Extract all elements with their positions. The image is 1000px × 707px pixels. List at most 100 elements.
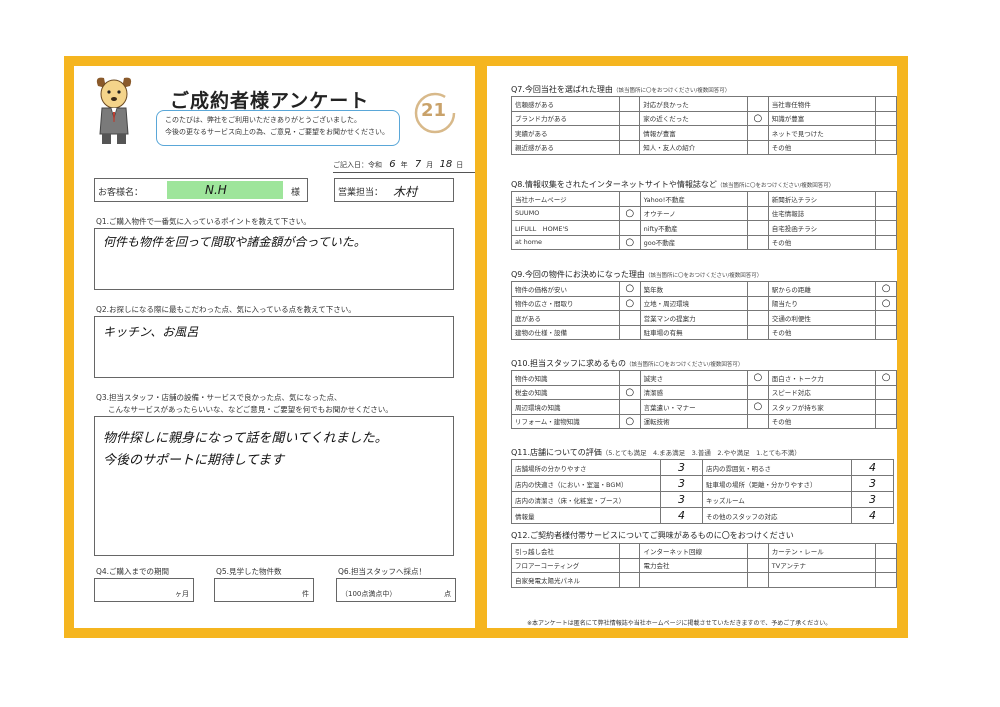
q1-answer-box[interactable]: 何件も物件を回って間取や諸金額が合っていた。	[94, 228, 454, 290]
option-label: 引っ越し会社	[510, 543, 621, 559]
option-mark[interactable]	[618, 125, 641, 141]
option-mark[interactable]	[875, 413, 897, 429]
option-mark[interactable]	[618, 220, 641, 236]
option-mark[interactable]	[618, 96, 641, 112]
option-label	[639, 572, 749, 588]
option-mark[interactable]	[619, 543, 641, 559]
option-label: 物件の知識	[511, 370, 620, 386]
option-mark[interactable]	[875, 234, 897, 250]
option-mark[interactable]	[747, 384, 769, 400]
option-mark[interactable]	[875, 110, 897, 126]
option-mark[interactable]	[747, 205, 769, 221]
table-row: SUUMO ○ オウチーノ 住宅情報誌	[511, 205, 897, 221]
option-mark[interactable]	[619, 557, 641, 573]
option-mark[interactable]: ○	[747, 370, 769, 386]
option-mark[interactable]	[875, 399, 897, 415]
option-mark[interactable]	[618, 139, 641, 155]
option-mark[interactable]: ○	[875, 281, 897, 297]
option-mark[interactable]	[875, 139, 897, 155]
rating-value[interactable]: 4	[851, 459, 894, 476]
option-mark[interactable]: ○	[875, 370, 897, 386]
option-mark[interactable]	[747, 324, 769, 340]
q4-question: Q4.ご購入までの期間	[96, 567, 170, 576]
option-mark[interactable]	[875, 543, 897, 559]
option-label: 面白さ・トーク力	[767, 370, 877, 386]
option-mark[interactable]	[875, 324, 897, 340]
option-mark[interactable]	[618, 399, 641, 415]
option-mark[interactable]: ○	[875, 295, 897, 311]
q5-answer-box[interactable]: 件	[214, 578, 314, 602]
sales-staff-field[interactable]: 営業担当： 木村	[334, 178, 454, 202]
q2-answer-box[interactable]: キッチン、お風呂	[94, 316, 454, 378]
q2-question: Q2.お探しになる際に最もこだわった点、気に入っている点を教えて下さい。	[96, 305, 356, 314]
option-mark[interactable]	[747, 572, 769, 588]
option-mark[interactable]	[747, 139, 769, 155]
option-label	[767, 572, 877, 588]
option-label: リフォーム・建物知識	[511, 413, 620, 429]
option-mark[interactable]	[747, 310, 769, 326]
option-mark[interactable]	[618, 310, 641, 326]
option-mark[interactable]	[747, 96, 769, 112]
q6-question: Q6.担当スタッフへ採点！	[338, 567, 427, 576]
q10-table: 物件の知識 誠実さ ○ 面白さ・トーク力 ○ 税金の知識 ○ 清潔感 スピード対応 周辺環境の…	[511, 370, 897, 429]
option-mark[interactable]	[875, 125, 897, 141]
option-mark[interactable]	[875, 310, 897, 326]
option-mark[interactable]: ○	[618, 384, 641, 400]
q12-table: 引っ越し会社 インターネット回線 カーテン・レール フロアーコーティング 電力会社 TV…	[510, 543, 897, 588]
option-mark[interactable]	[747, 413, 769, 429]
q6-answer-box[interactable]: （100点満点中） 点	[336, 578, 456, 602]
option-mark[interactable]	[619, 572, 641, 588]
q7-title-line: Q7.今回当社を選ばれた理由（該当箇所に〇をおつけください/複数回答可）	[511, 84, 730, 95]
option-label: 信頼感がある	[511, 96, 620, 112]
option-mark[interactable]	[875, 205, 897, 221]
option-mark[interactable]	[618, 110, 641, 126]
table-row: 店内の快適さ（におい・室温・BGM） 3 駐車場の場所（距離・分かりやすさ） 3	[511, 475, 894, 492]
option-label: 新聞折込チラシ	[767, 191, 877, 207]
option-mark[interactable]	[747, 220, 769, 236]
option-mark[interactable]	[747, 295, 769, 311]
rating-value[interactable]: 3	[660, 491, 703, 508]
table-row: フロアーコーティング 電力会社 TVアンテナ	[510, 557, 897, 573]
option-mark[interactable]	[875, 384, 897, 400]
rating-value[interactable]: 3	[851, 475, 894, 492]
option-mark[interactable]	[875, 557, 897, 573]
option-label: カーテン・レール	[767, 543, 877, 559]
option-mark[interactable]: ○	[618, 234, 641, 250]
q3-answer-box[interactable]: 物件探しに親身になって話を聞いてくれました。 今後のサポートに期待してます	[94, 416, 454, 556]
option-mark[interactable]	[747, 234, 769, 250]
option-label: 知人・友人の紹介	[639, 139, 748, 155]
q6-prefix: （100点満点中）	[341, 590, 397, 598]
q9-title-line: Q9.今回の物件にお決めになった理由（該当箇所に〇をおつけください/複数回答可）	[511, 269, 762, 280]
q4-answer-box[interactable]: ヶ月	[94, 578, 194, 602]
option-mark[interactable]: ○	[747, 399, 769, 415]
option-mark[interactable]: ○	[747, 110, 769, 126]
option-mark[interactable]	[875, 572, 897, 588]
option-mark[interactable]	[618, 191, 641, 207]
rating-value[interactable]: 4	[851, 507, 894, 524]
option-mark[interactable]	[747, 191, 769, 207]
option-mark[interactable]	[875, 191, 897, 207]
q9-title: Q9.今回の物件にお決めになった理由	[511, 270, 645, 279]
option-mark[interactable]	[747, 557, 769, 573]
option-mark[interactable]	[618, 370, 641, 386]
rating-value[interactable]: 3	[660, 475, 703, 492]
rating-value[interactable]: 3	[851, 491, 894, 508]
option-mark[interactable]: ○	[618, 413, 641, 429]
rating-value[interactable]: 4	[660, 507, 703, 524]
option-label: TVアンテナ	[767, 557, 877, 573]
rating-value[interactable]: 3	[660, 459, 703, 476]
customer-name-field[interactable]: お客様名： N.H 様	[94, 178, 308, 202]
option-mark[interactable]: ○	[618, 281, 641, 297]
option-mark[interactable]	[747, 543, 769, 559]
option-label: スピード対応	[767, 384, 877, 400]
option-label: その他	[767, 413, 877, 429]
option-mark[interactable]	[875, 220, 897, 236]
table-row: 情報量 4 その他のスタッフの対応 4	[511, 507, 894, 524]
option-mark[interactable]: ○	[618, 295, 641, 311]
q4-unit: ヶ月	[175, 590, 189, 598]
option-mark[interactable]	[747, 281, 769, 297]
option-mark[interactable]	[875, 96, 897, 112]
option-mark[interactable]	[618, 324, 641, 340]
option-mark[interactable]	[747, 125, 769, 141]
option-mark[interactable]: ○	[618, 205, 641, 221]
